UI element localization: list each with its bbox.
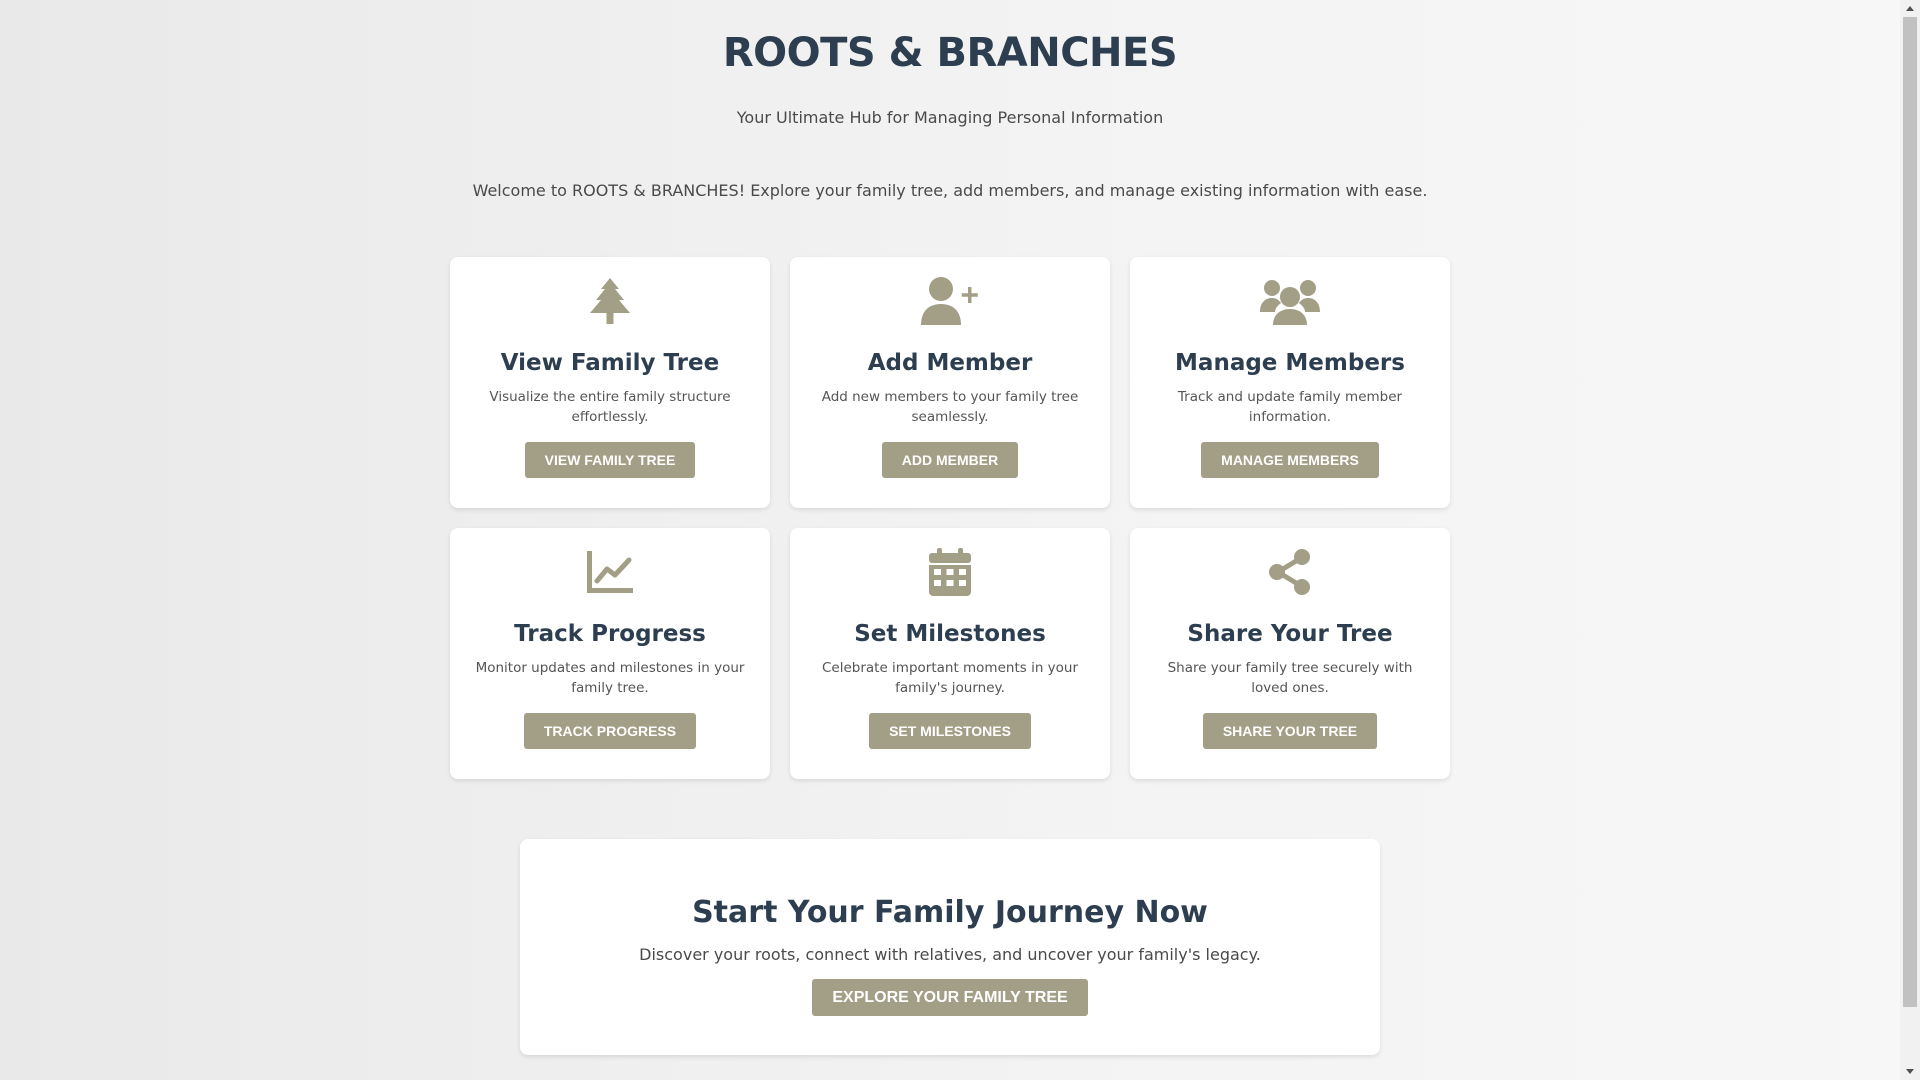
- welcome-text: Welcome to ROOTS & BRANCHES! Explore you…: [472, 181, 1428, 200]
- feature-card-title: Manage Members: [1175, 350, 1405, 376]
- feature-card-description: Monitor updates and milestones in your f…: [475, 660, 745, 696]
- page: ROOTS & BRANCHES Your Ultimate Hub for M…: [0, 0, 1900, 1080]
- feature-card-add-member: Add Member Add new members to your famil…: [790, 257, 1110, 508]
- cta-title: Start Your Family Journey Now: [692, 895, 1208, 930]
- cta-section: Start Your Family Journey Now Discover y…: [520, 839, 1380, 1055]
- vertical-scrollbar[interactable]: [1900, 0, 1920, 1080]
- feature-card-description: Add new members to your family tree seam…: [821, 389, 1079, 425]
- feature-card-title: Add Member: [867, 350, 1033, 376]
- feature-card-title: View Family Tree: [500, 350, 720, 376]
- feature-card-manage-members: Manage Members Track and update family m…: [1130, 257, 1450, 508]
- share-icon: [1130, 546, 1450, 598]
- chart-line-icon: [450, 546, 770, 598]
- scroll-up-arrow-icon[interactable]: [1906, 6, 1914, 11]
- cta-text: Discover your roots, connect with relati…: [639, 945, 1261, 964]
- feature-card-share-your-tree: Share Your Tree Share your family tree s…: [1130, 528, 1450, 779]
- share-your-tree-button[interactable]: SHARE YOUR TREE: [1202, 713, 1378, 749]
- feature-card-track-progress: Track Progress Monitor updates and miles…: [450, 528, 770, 779]
- feature-card-description: Celebrate important moments in your fami…: [821, 660, 1079, 696]
- feature-card-view-family-tree: View Family Tree Visualize the entire fa…: [450, 257, 770, 508]
- page-subtitle: Your Ultimate Hub for Managing Personal …: [736, 108, 1164, 127]
- scrollbar-thumb[interactable]: [1903, 17, 1917, 1007]
- feature-card-title: Set Milestones: [854, 621, 1046, 647]
- manage-members-button[interactable]: MANAGE MEMBERS: [1201, 442, 1379, 478]
- tree-icon: [450, 275, 770, 327]
- scroll-down-arrow-icon[interactable]: [1906, 1069, 1914, 1074]
- feature-card-title: Track Progress: [514, 621, 706, 647]
- feature-card-description: Visualize the entire family structure ef…: [489, 389, 731, 425]
- feature-card-description: Track and update family member informati…: [1177, 389, 1403, 425]
- feature-card-title: Share Your Tree: [1187, 621, 1393, 647]
- view-family-tree-button[interactable]: VIEW FAMILY TREE: [524, 442, 696, 478]
- calendar-icon: [790, 546, 1110, 598]
- users-icon: [1130, 275, 1450, 327]
- user-plus-icon: [790, 275, 1110, 327]
- track-progress-button[interactable]: TRACK PROGRESS: [523, 713, 697, 749]
- add-member-button[interactable]: ADD MEMBER: [881, 442, 1019, 478]
- feature-card-set-milestones: Set Milestones Celebrate important momen…: [790, 528, 1110, 779]
- set-milestones-button[interactable]: SET MILESTONES: [869, 713, 1031, 749]
- page-title: ROOTS & BRANCHES: [722, 30, 1178, 76]
- feature-card-description: Share your family tree securely with lov…: [1167, 660, 1413, 696]
- explore-family-tree-button[interactable]: EXPLORE YOUR FAMILY TREE: [812, 979, 1088, 1016]
- feature-grid: View Family Tree Visualize the entire fa…: [450, 257, 1450, 779]
